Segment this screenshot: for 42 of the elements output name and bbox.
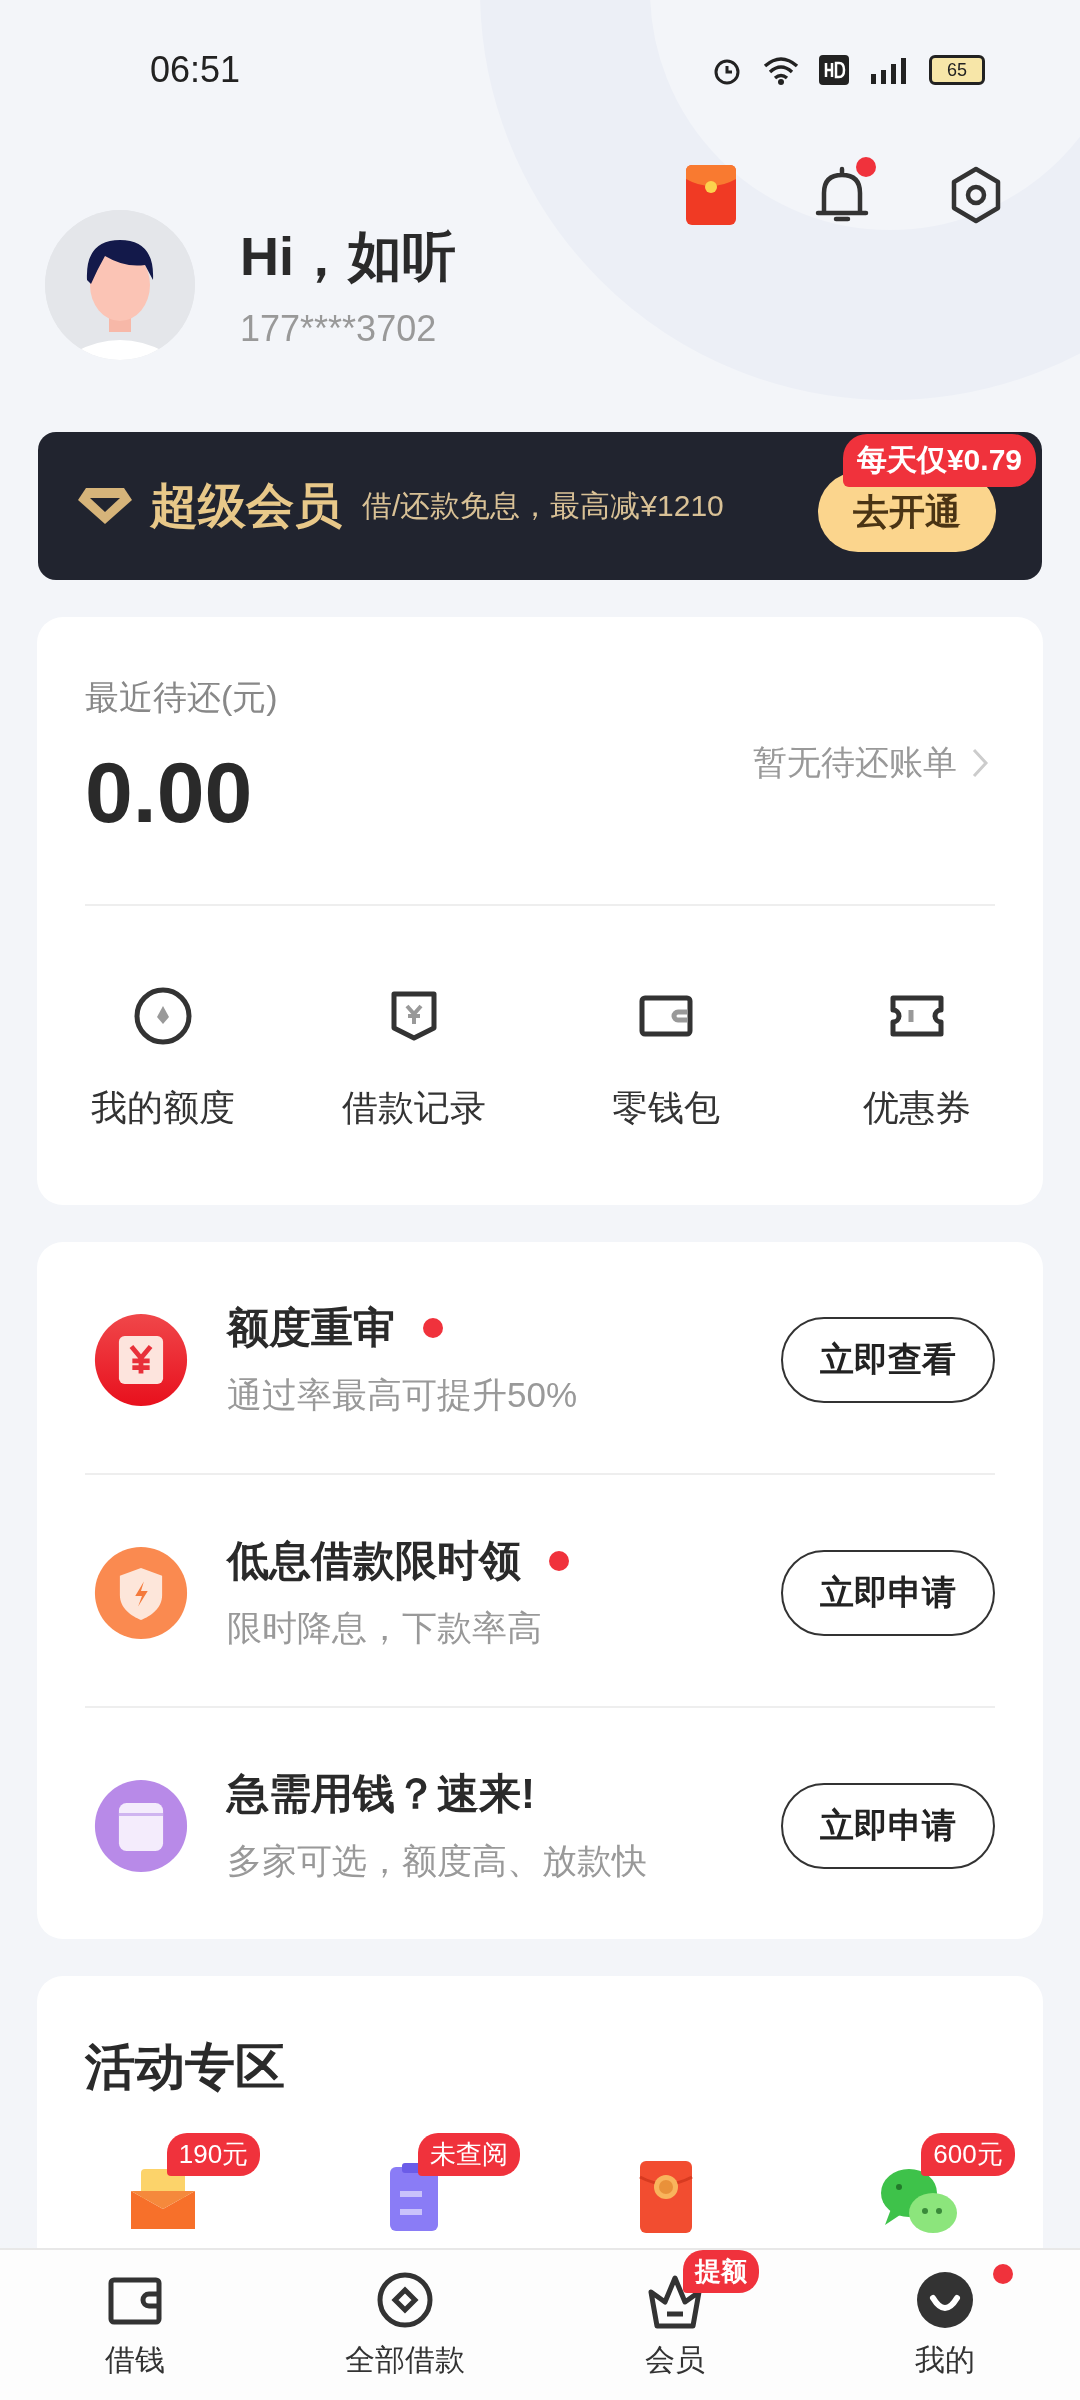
activity-badge: 600元 [921, 2133, 1015, 2176]
user-greeting: Hi，如听 [240, 224, 457, 288]
promo-button[interactable]: 立即查看 [781, 1316, 995, 1403]
nav-tab[interactable]: 我的 [905, 2269, 985, 2381]
repayment-label: 最近待还(元) [85, 677, 279, 718]
tool-label: 我的额度 [90, 1086, 235, 1130]
promo-title: 急需用钱？速来! [227, 1769, 535, 1819]
diamond-icon [76, 486, 134, 526]
price-tag: 每天仅¥0.79 [842, 434, 1036, 487]
nav-tab[interactable]: 全部借款 [335, 2269, 475, 2381]
tool-item[interactable]: 零钱包 [540, 984, 792, 1133]
promo-title: 低息借款限时领 [227, 1536, 521, 1586]
status-time: 06:51 [150, 49, 241, 91]
section-title: 活动专区 [85, 2038, 286, 2097]
tool-label: 借款记录 [342, 1086, 487, 1130]
promo-button[interactable]: 立即申请 [781, 1782, 995, 1869]
vip-description: 借/还款免息，最高减¥1210 [362, 487, 725, 524]
repayment-amount: 0.00 [85, 743, 253, 842]
activity-badge: 未查阅 [418, 2133, 521, 2176]
jar-icon [93, 1777, 189, 1874]
promo-button[interactable]: 立即申请 [781, 1549, 995, 1636]
face-icon [915, 2269, 975, 2330]
promo-title: 额度重审 [227, 1303, 395, 1353]
tool-label: 零钱包 [611, 1086, 720, 1130]
tool-item[interactable]: 我的额度 [37, 984, 289, 1133]
hd-icon [819, 55, 849, 85]
wifi-icon [761, 54, 801, 86]
shield-icon [93, 1544, 189, 1641]
phone-number: 177****3702 [240, 307, 438, 350]
battery-indicator: 65 [929, 55, 985, 85]
promo-subtitle: 限时降息，下款率高 [227, 1607, 543, 1649]
tool-label: 优惠券 [863, 1086, 972, 1130]
activity-badge: 190元 [166, 2133, 261, 2176]
vip-title: 超级会员 [150, 478, 342, 534]
nav-tab[interactable]: 借钱 [95, 2269, 175, 2381]
gift-envelope-icon[interactable] [686, 165, 736, 225]
nav-badge: 提额 [683, 2249, 759, 2293]
promo-subtitle: 通过率最高可提升50% [227, 1374, 579, 1416]
tool-item[interactable]: 借款记录 [288, 984, 540, 1133]
tool-item[interactable]: 优惠券 [791, 984, 1043, 1133]
chevron-icon [971, 746, 989, 779]
promo-subtitle: 多家可选，额度高、放款快 [227, 1840, 648, 1882]
